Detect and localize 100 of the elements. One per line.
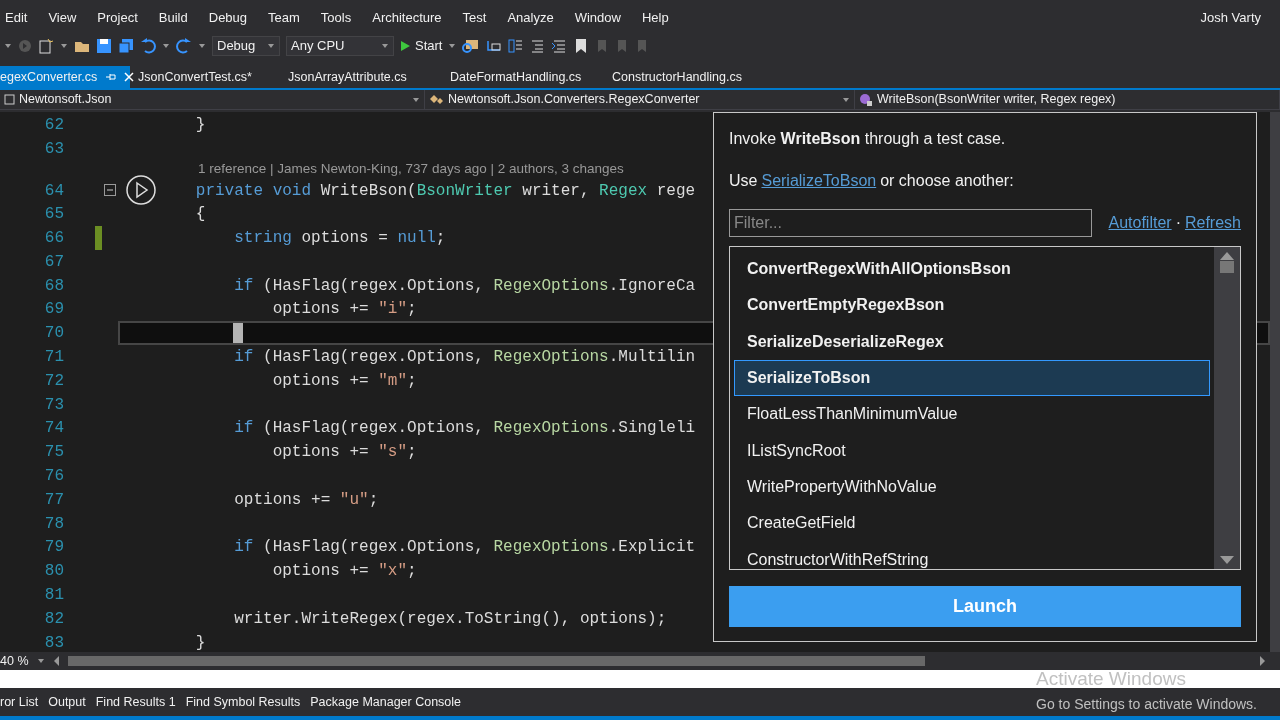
code-line: if (HasFlag(regex.Options, RegexOptions.Multilin: [234, 347, 696, 369]
panel-tab[interactable]: Find Results 1: [95, 692, 176, 712]
code-line: options += "i";: [272, 299, 417, 321]
dropdown-caret-icon[interactable]: [198, 43, 206, 49]
scroll-thumb[interactable]: [67, 656, 925, 666]
member-dropdown[interactable]: WriteBson(BsonWriter writer, Regex regex): [855, 90, 1280, 109]
panel-tab[interactable]: Output: [48, 692, 86, 712]
start-button[interactable]: Start: [400, 36, 443, 56]
line-number: 74: [43, 418, 64, 440]
code-line: if (HasFlag(regex.Options, RegexOptions.IgnoreCa: [234, 275, 696, 297]
code-line: writer.WriteRegex(regex.ToString(), options);: [234, 608, 667, 630]
scroll-down-icon[interactable]: [1219, 555, 1235, 565]
find-icon[interactable]: [462, 38, 480, 54]
class-icon: [429, 93, 444, 106]
pin-icon[interactable]: [105, 72, 117, 82]
code-lens[interactable]: 1 reference | James Newton-King, 737 days ago | 2 authors, 3 changes: [198, 159, 624, 180]
code-line: if (HasFlag(regex.Options, RegexOptions.Singleli: [234, 418, 696, 440]
dropdown-caret-icon[interactable]: [60, 43, 68, 49]
run-test-icon[interactable]: [126, 174, 156, 205]
dropdown-caret-icon[interactable]: [4, 43, 12, 49]
menu-item[interactable]: Help: [641, 8, 680, 28]
menu-item[interactable]: Analyze: [507, 8, 565, 28]
line-number: 73: [43, 394, 64, 416]
step-icon[interactable]: [485, 38, 502, 54]
line-number: 78: [43, 513, 64, 535]
list-entry[interactable]: FloatLessThanMinimumValue: [734, 396, 1210, 433]
configuration-dropdown[interactable]: Debug: [212, 36, 280, 56]
code-line: options += "s";: [272, 442, 417, 464]
menu-item[interactable]: Debug: [208, 8, 259, 28]
line-number: 67: [43, 251, 64, 273]
activation-title: Activate Windows: [1036, 667, 1187, 691]
menu-item[interactable]: Build: [158, 8, 199, 28]
list-entry[interactable]: ConstructorWithRefString: [734, 541, 1210, 578]
redo-icon[interactable]: [176, 38, 192, 54]
scroll-left-icon[interactable]: [52, 655, 60, 667]
project-dropdown[interactable]: Newtonsoft.Json: [0, 90, 425, 109]
collapse-icon[interactable]: [104, 184, 116, 197]
scroll-right-icon[interactable]: [1259, 655, 1266, 667]
line-number: 68: [43, 275, 64, 297]
menu-item[interactable]: Architecture: [372, 8, 453, 28]
dropdown-caret-icon[interactable]: [448, 43, 457, 49]
method-icon: [859, 92, 873, 107]
list-entry[interactable]: ConvertRegexWithAllOptionsBson: [734, 251, 1210, 288]
close-icon[interactable]: [124, 72, 135, 82]
line-number: 65: [43, 204, 64, 226]
document-tab[interactable]: ConstructorHandling.cs: [604, 66, 766, 88]
refresh-link[interactable]: Refresh: [1184, 211, 1241, 235]
save-icon[interactable]: [96, 38, 112, 54]
scroll-up-icon[interactable]: [1219, 251, 1235, 261]
list-entry[interactable]: SerializeDeserializeRegex: [734, 323, 1210, 360]
code-line: options += "m";: [272, 370, 417, 392]
zoom-level[interactable]: 40 %: [0, 651, 29, 671]
autofilter-link[interactable]: Autofilter: [1108, 211, 1172, 235]
project-icon: [4, 94, 15, 105]
menu-item[interactable]: Team: [268, 8, 311, 28]
menu-item[interactable]: Tools: [320, 8, 363, 28]
document-tab[interactable]: DateFormatHandling.cs: [442, 66, 604, 88]
indent-icon[interactable]: [529, 38, 546, 54]
code-line: private void WriteBson(BsonWriter writer, Regex rege: [195, 180, 696, 202]
list-entry[interactable]: IListSyncRoot: [734, 432, 1210, 469]
list-entry[interactable]: ConvertEmptyRegexBson: [734, 287, 1210, 324]
document-tab[interactable]: JsonArrayAttribute.cs: [280, 66, 442, 88]
code-line: }: [195, 114, 206, 136]
line-number: 83: [43, 632, 64, 652]
line-number: 79: [43, 537, 64, 559]
layout-icon[interactable]: [507, 38, 524, 54]
line-number: 71: [43, 347, 64, 369]
outdent-icon[interactable]: [551, 38, 568, 54]
menu-item[interactable]: Test: [462, 8, 498, 28]
type-dropdown[interactable]: Newtonsoft.Json.Converters.RegexConverter: [425, 90, 855, 109]
line-number: 63: [43, 138, 64, 160]
dropdown-caret-icon[interactable]: [36, 658, 45, 664]
code-line: if (HasFlag(regex.Options, RegexOptions.Explicit: [234, 537, 696, 559]
panel-tab[interactable]: Find Symbol Results: [185, 692, 301, 712]
code-line: options += "x";: [272, 561, 417, 583]
document-tab[interactable]: JsonConvertTest.cs*: [130, 66, 280, 88]
dropdown-caret-icon: [842, 96, 850, 103]
scroll-thumb[interactable]: [1220, 261, 1234, 273]
line-number: 64: [43, 180, 64, 202]
vertical-scrollbar[interactable]: [1270, 112, 1280, 652]
list-entry[interactable]: CreateGetField: [734, 505, 1210, 542]
menu-item[interactable]: Edit: [5, 8, 39, 28]
list-entry[interactable]: WritePropertyWithNoValue: [734, 468, 1210, 506]
platform-dropdown[interactable]: Any CPU: [286, 36, 394, 56]
code-line: options += "u";: [234, 489, 379, 511]
test-link[interactable]: SerializeToBson: [761, 169, 877, 193]
menu-item[interactable]: Window: [574, 8, 632, 28]
line-number: 82: [43, 608, 64, 630]
panel-tab[interactable]: ror List: [0, 692, 39, 712]
panel-tab[interactable]: Package Manager Console: [310, 692, 462, 712]
list-entry[interactable]: SerializeToBson: [734, 359, 1210, 397]
line-number: 75: [43, 442, 64, 464]
dropdown-caret-icon[interactable]: [162, 43, 170, 49]
menu-item[interactable]: View: [48, 8, 88, 28]
undo-icon[interactable]: [140, 38, 156, 54]
menu-item[interactable]: Project: [97, 8, 149, 28]
line-number: 77: [43, 489, 64, 511]
save-all-icon[interactable]: [118, 38, 134, 54]
new-project-icon[interactable]: [38, 38, 54, 54]
filter-field[interactable]: Filter...: [729, 209, 1092, 237]
